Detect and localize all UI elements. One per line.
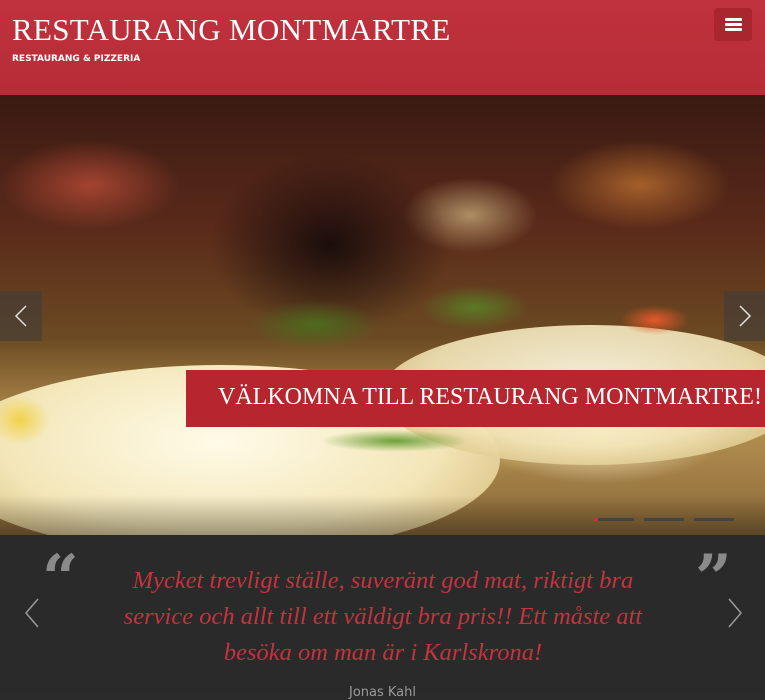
slider-caption-text: VÄLKOMNA TILL RESTAURANG MONTMARTRE! [218,384,762,410]
slider-caption: VÄLKOMNA TILL RESTAURANG MONTMARTRE! [186,370,765,427]
slider-pager-1[interactable] [594,518,634,521]
testimonial-next-arrow[interactable] [727,598,743,628]
testimonial-text: Mycket trevligt ställe, suveränt god mat… [123,567,643,666]
slider-next-button[interactable] [724,291,765,341]
slider-prev-button[interactable] [0,291,42,341]
open-quote-icon: “ [42,541,79,616]
hamburger-menu-icon [725,18,742,21]
slider-pager-3[interactable] [694,518,734,521]
site-title[interactable]: RESTAURANG MONTMARTRE [12,12,451,48]
hero-slider: VÄLKOMNA TILL RESTAURANG MONTMARTRE! [0,95,765,535]
chevron-left-icon [14,305,27,327]
site-subtitle: RESTAURANG & PIZZERIA [12,54,141,64]
testimonial-prev-arrow[interactable] [24,598,40,628]
slider-pager-2[interactable] [644,518,684,521]
testimonial-section: “ ” Mycket trevligt ställe, suveränt god… [0,535,765,700]
site-header: RESTAURANG MONTMARTRE RESTAURANG & PIZZE… [0,0,765,95]
testimonial-author: Jonas Kahl [348,685,416,700]
chevron-right-icon [739,305,752,327]
hamburger-menu-button[interactable] [714,8,752,41]
